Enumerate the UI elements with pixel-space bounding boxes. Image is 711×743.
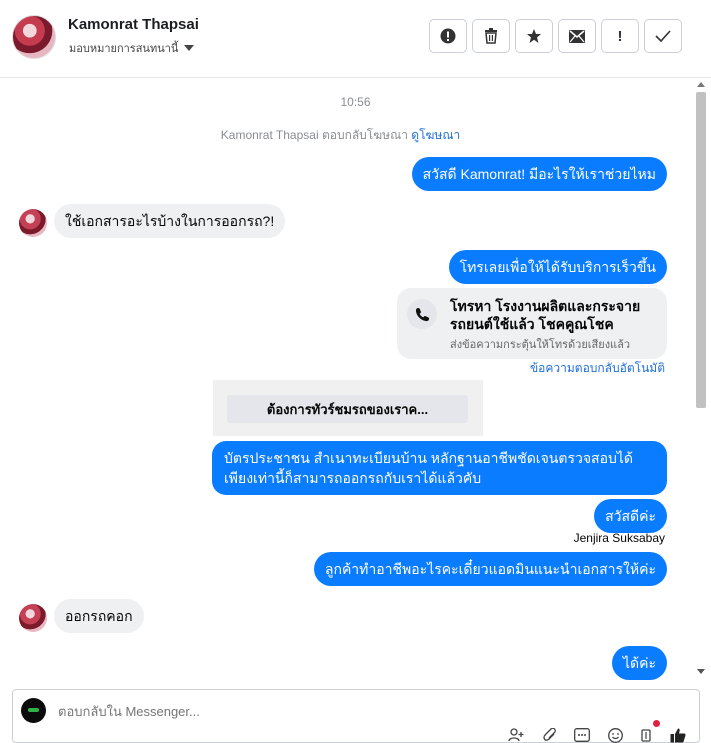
scroll-up-arrow-icon[interactable]: [697, 82, 705, 87]
scroll-down-arrow-icon[interactable]: [697, 669, 705, 674]
auto-reply-label[interactable]: ข้อความตอบกลับอัตโนมัติ: [530, 359, 665, 378]
contact-avatar-small: [19, 209, 47, 237]
phone-icon: [407, 299, 437, 329]
composer-toolbar: [13, 720, 701, 743]
emoji-icon[interactable]: [608, 728, 623, 743]
contact-avatar[interactable]: [12, 15, 56, 59]
assign-label: มอบหมายการสนทนานี้: [69, 43, 179, 55]
caret-down-icon: [184, 45, 195, 51]
attachment-icon[interactable]: [543, 727, 557, 743]
call-card-subtitle: ส่งข้อความกระตุ้นให้โทรด้วยเสียงแล้ว: [450, 339, 631, 351]
add-person-icon[interactable]: [508, 728, 524, 743]
envelope-icon: [569, 29, 585, 43]
call-cta-card[interactable]: โทรหา โรงงานผลิตและกระจายรถยนต์ใช้แล้ว โ…: [397, 288, 667, 359]
sender-name: Jenjira Suksabay: [573, 531, 665, 545]
page-avatar: [21, 698, 46, 723]
star-button[interactable]: [515, 19, 553, 53]
reply-input[interactable]: [58, 704, 458, 719]
message-outgoing: โทรเลยเพื่อให้ได้รับบริการเร็วขึ้น: [448, 250, 667, 284]
message-outgoing: สวัสดี Kamonrat! มีอะไรให้เราช่วยไหม: [411, 157, 667, 191]
view-ad-link[interactable]: ดูโฆษณา: [411, 128, 460, 142]
ad-reply-notice: Kamonrat Thapsai ตอบกลับโฆษณา ดูโฆษณา: [0, 126, 681, 145]
message-thread[interactable]: 10:56 Kamonrat Thapsai ตอบกลับโฆษณา ดูโฆ…: [0, 78, 711, 680]
contact-name[interactable]: Kamonrat Thapsai: [68, 16, 199, 33]
call-card-title: โทรหา โรงงานผลิตและกระจายรถยนต์ใช้แล้ว โ…: [450, 298, 641, 332]
conversation-header: Kamonrat Thapsai มอบหมายการสนทนานี้ !: [0, 0, 711, 78]
checkmark-icon: [655, 30, 671, 42]
delete-button[interactable]: [472, 19, 510, 53]
spam-report-button[interactable]: [429, 19, 467, 53]
exclamation-icon: !: [617, 27, 623, 45]
tour-request-button[interactable]: ต้องการทัวร์ชมรถของเราค...: [227, 395, 468, 423]
message-outgoing: บัตรประชาชน สำเนาทะเบียนบ้าน หลักฐานอาชี…: [212, 441, 667, 495]
message-outgoing: สวัสดีค่ะ: [594, 499, 667, 533]
payment-icon[interactable]: [640, 728, 654, 743]
star-icon: [527, 29, 541, 43]
mark-unread-button[interactable]: [558, 19, 596, 53]
exclamation-circle-icon: [440, 28, 456, 44]
thumbs-up-icon[interactable]: [670, 728, 686, 743]
ad-reply-text: Kamonrat Thapsai ตอบกลับโฆษณา: [220, 128, 408, 142]
mark-done-button[interactable]: [644, 19, 682, 53]
follow-up-button[interactable]: !: [601, 19, 639, 53]
message-outgoing: ได้ค่ะ: [611, 646, 667, 680]
message-incoming: ออกรถคอก: [54, 599, 144, 633]
timestamp-divider: 10:56: [340, 95, 371, 109]
notification-dot: [653, 720, 660, 727]
assign-conversation-dropdown[interactable]: มอบหมายการสนทนานี้: [69, 39, 195, 57]
message-incoming: ใช้เอกสารอะไรบ้างในการออกรถ?!: [54, 204, 286, 238]
contact-avatar-small: [19, 604, 47, 632]
scrollbar-thumb[interactable]: [696, 92, 706, 408]
saved-replies-icon[interactable]: [574, 728, 590, 743]
trash-icon: [485, 28, 497, 44]
reply-composer[interactable]: [12, 689, 700, 743]
scrollbar[interactable]: [695, 78, 707, 678]
message-outgoing: ลูกค้าทำอาชีพอะไรคะเดี๋ยวแอดมินแนะนำเอกส…: [313, 552, 667, 586]
template-card: ต้องการทัวร์ชมรถของเราค...: [213, 380, 483, 436]
